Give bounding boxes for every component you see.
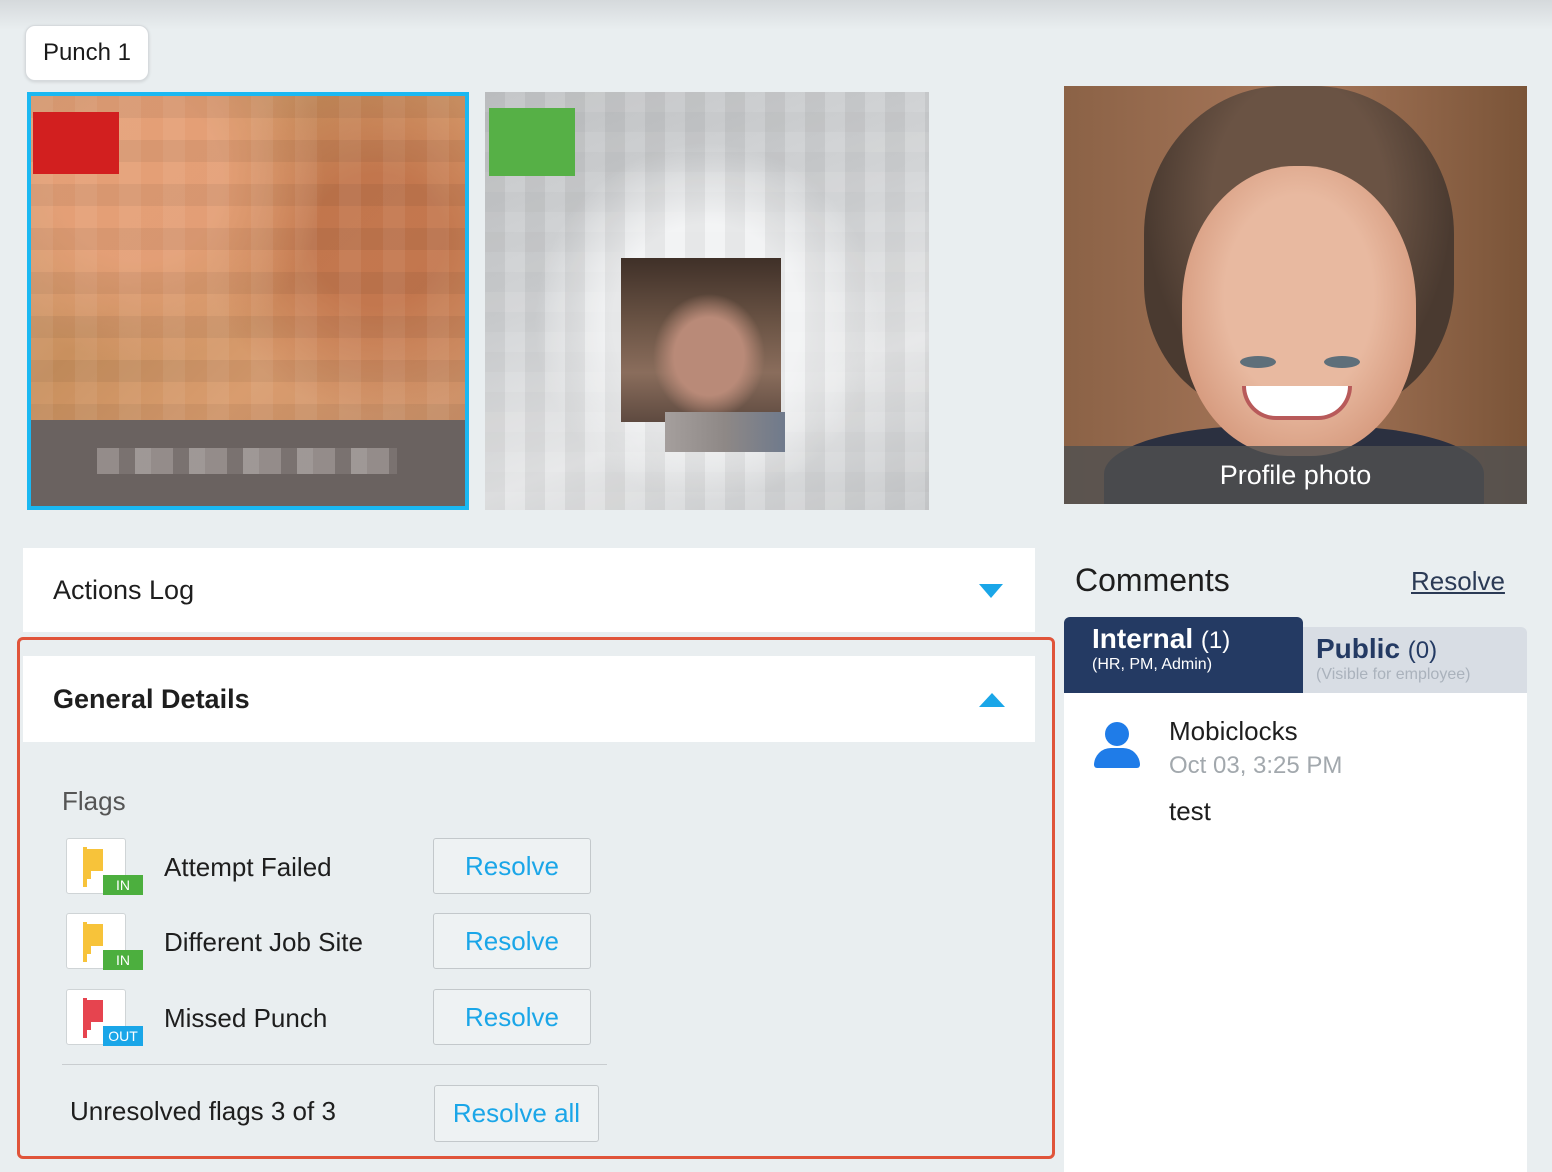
top-shade [0,0,1552,30]
flag-name: Different Job Site [164,926,363,957]
blurred-face [621,258,781,422]
divider [62,1064,607,1065]
tab-internal[interactable]: Internal (1) (HR, PM, Admin) [1064,617,1303,693]
flag-icon: OUT [66,989,143,1046]
profile-smile [1242,386,1352,420]
flag-icon: IN [66,913,143,970]
profile-eye [1324,356,1360,368]
photo-caption-bar [31,420,465,506]
tab-count: (1) [1200,627,1231,654]
general-details-title: General Details [53,683,250,714]
flag-name: Missed Punch [164,1002,328,1033]
tab-count: (0) [1407,637,1438,664]
tab-label: Public [1316,633,1401,664]
flag-row: IN Attempt Failed Resolve [66,838,606,896]
chevron-up-icon[interactable] [979,693,1005,707]
blurred-face-lower [665,412,785,452]
comments-title: Comments [1075,562,1230,598]
profile-photo-caption: Profile photo [1064,446,1527,504]
general-details-header[interactable]: General Details [23,656,1035,742]
comments-resolve-link[interactable]: Resolve [1411,566,1505,597]
flags-label: Flags [62,786,126,816]
tab-label: Internal [1092,623,1194,654]
photo-marker [489,108,575,176]
punch-photo[interactable] [485,92,929,510]
photo-marker [33,112,119,174]
profile-photo: Profile photo [1064,86,1527,504]
flag-badge: IN [103,950,143,970]
tab-public[interactable]: Public (0) (Visible for employee) [1303,627,1527,693]
resolve-all-button[interactable]: Resolve all [434,1085,599,1142]
actions-log-title: Actions Log [53,574,195,605]
flag-name: Attempt Failed [164,851,332,882]
flag-row: IN Different Job Site Resolve [66,913,606,971]
flag-icon: IN [66,838,143,895]
user-icon [1094,722,1140,770]
resolve-flag-button[interactable]: Resolve [433,989,591,1045]
chevron-down-icon[interactable] [979,584,1003,598]
tab-subtitle: (Visible for employee) [1316,666,1471,683]
tab-subtitle: (HR, PM, Admin) [1092,656,1213,673]
punch-photo-selected[interactable] [27,92,469,510]
flag-badge: OUT [103,1026,143,1046]
comment-author: Mobiclocks [1169,716,1298,746]
unresolved-flags-count: Unresolved flags 3 of 3 [70,1096,336,1126]
profile-eye [1240,356,1276,368]
comment-timestamp: Oct 03, 3:25 PM [1169,752,1343,779]
comment-text: test [1169,796,1211,826]
flag-badge: IN [103,875,143,895]
resolve-flag-button[interactable]: Resolve [433,838,591,894]
actions-log-panel[interactable]: Actions Log [23,548,1035,632]
resolve-flag-button[interactable]: Resolve [433,913,591,969]
blurred-caption [97,448,397,474]
punch-tab[interactable]: Punch 1 [25,25,149,81]
flag-row: OUT Missed Punch Resolve [66,989,606,1047]
